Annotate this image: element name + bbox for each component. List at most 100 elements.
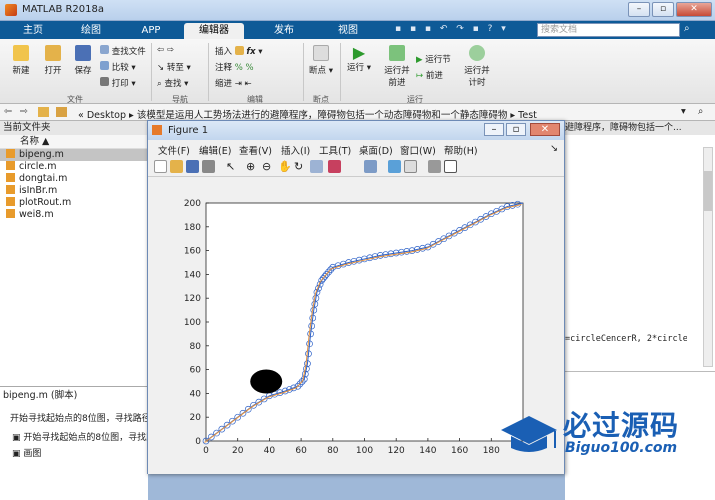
file-item[interactable]: wei8.m bbox=[0, 209, 147, 221]
zoom-in-icon[interactable]: ⊕ bbox=[246, 160, 259, 173]
compare-button[interactable]: 比较 ▾ bbox=[100, 61, 136, 73]
column-header-name[interactable]: 名称 ▲ bbox=[0, 135, 147, 149]
print-figure-icon[interactable] bbox=[202, 160, 215, 173]
file-item[interactable]: circle.m bbox=[0, 161, 147, 173]
search-icon[interactable]: ⌕ bbox=[684, 23, 698, 37]
tab-editor[interactable]: 编辑器 bbox=[184, 23, 244, 39]
figure-toolbar: ↖ ⊕ ⊖ ✋ ↻ bbox=[148, 157, 564, 177]
menu-edit[interactable]: 编辑(E) bbox=[199, 143, 231, 157]
menu-file[interactable]: 文件(F) bbox=[158, 143, 190, 157]
find-files-button[interactable]: 查找文件 bbox=[100, 45, 146, 57]
search-folder-icon[interactable]: ⌕ bbox=[698, 106, 703, 117]
figure-menubar: 文件(F) 编辑(E) 查看(V) 插入(I) 工具(T) 桌面(D) 窗口(W… bbox=[148, 141, 564, 157]
outline-item[interactable]: ▣ 画图 bbox=[0, 443, 148, 459]
save-button[interactable]: 保存 bbox=[68, 45, 98, 76]
menu-help[interactable]: 帮助(H) bbox=[444, 143, 478, 157]
print-icon bbox=[100, 77, 109, 86]
close-button[interactable]: ✕ bbox=[676, 2, 712, 17]
new-button[interactable]: 新建 bbox=[6, 45, 36, 76]
pan-icon[interactable]: ✋ bbox=[278, 160, 292, 173]
file-item[interactable]: plotRout.m bbox=[0, 197, 147, 209]
browse-folder-icon[interactable] bbox=[56, 107, 67, 117]
folder-icon bbox=[45, 45, 61, 61]
menu-insert[interactable]: 插入(I) bbox=[281, 143, 310, 157]
link-plot-icon[interactable] bbox=[364, 160, 377, 173]
back-icon[interactable]: ⇦ bbox=[4, 106, 12, 117]
open-button[interactable]: 打开 bbox=[38, 45, 68, 76]
search-input[interactable]: 搜索文档 bbox=[537, 23, 680, 37]
figure-close-button[interactable]: ✕ bbox=[530, 123, 560, 136]
figure-maximize-button[interactable]: ▫ bbox=[506, 123, 526, 136]
ribbon-separator bbox=[151, 43, 152, 101]
nav-back-forward[interactable]: ⇦ ⇨ bbox=[157, 45, 174, 55]
section-icon: ▣ bbox=[12, 433, 21, 443]
y-tick-label: 200 bbox=[184, 199, 201, 209]
breadcrumb[interactable]: « Desktop ▸ 该模型是运用人工势场法进行的避障程序，障碍物包括一个动态… bbox=[78, 107, 537, 121]
pointer-icon[interactable]: ↖ bbox=[226, 160, 239, 173]
open-file-icon[interactable] bbox=[170, 160, 183, 173]
toolstrip-tabs: 主页 绘图 APP 编辑器 发布 视图 ▪ ▪ ▪ ↶ ↷ ▪ ? ▾ 搜索文档… bbox=[0, 21, 715, 39]
goto-button[interactable]: ↘ 转至 ▾ bbox=[157, 61, 191, 73]
menu-desktop[interactable]: 桌面(D) bbox=[359, 143, 393, 157]
address-dropdown-icon[interactable]: ▾ bbox=[681, 106, 686, 117]
rotate-icon[interactable]: ↻ bbox=[294, 160, 307, 173]
y-tick-label: 80 bbox=[190, 342, 202, 352]
menu-window[interactable]: 窗口(W) bbox=[400, 143, 436, 157]
dock-arrow-icon[interactable]: ↘ bbox=[550, 143, 558, 154]
advance-icon: ↦ bbox=[416, 71, 424, 81]
run-button[interactable]: ▶ 运行 ▾ bbox=[344, 43, 374, 74]
hide-plot-tools-icon[interactable] bbox=[428, 160, 441, 173]
file-item[interactable]: bipeng.m bbox=[0, 149, 147, 161]
current-folder-title: 当前文件夹 bbox=[0, 121, 147, 135]
new-figure-icon[interactable] bbox=[154, 160, 167, 173]
tab-plots[interactable]: 绘图 bbox=[66, 23, 116, 39]
file-item[interactable]: dongtai.m bbox=[0, 173, 147, 185]
outline-item[interactable]: ▣ 开始寻找起始点的8位图，寻找路 bbox=[0, 424, 155, 443]
x-tick-label: 100 bbox=[356, 446, 373, 456]
save-figure-icon[interactable] bbox=[186, 160, 199, 173]
figure-minimize-button[interactable]: – bbox=[484, 123, 504, 136]
menu-tools[interactable]: 工具(T) bbox=[319, 143, 351, 157]
figure-titlebar: Figure 1 – ▫ ✕ bbox=[148, 121, 564, 140]
forward-icon[interactable]: ⇨ bbox=[20, 106, 28, 117]
run-advance-button[interactable]: 运行并 前进 bbox=[380, 45, 414, 88]
colorbar-icon[interactable] bbox=[388, 160, 401, 173]
y-tick-label: 0 bbox=[195, 437, 201, 447]
watermark-title: 必过源码 bbox=[563, 409, 680, 442]
insert-button[interactable]: 插入 fx ▾ bbox=[215, 45, 263, 57]
zoom-out-icon[interactable]: ⊖ bbox=[262, 160, 275, 173]
window-titlebar: MATLAB R2018a – ▫ ✕ bbox=[0, 0, 715, 21]
matlab-logo-icon bbox=[5, 4, 17, 16]
minimize-button[interactable]: – bbox=[628, 2, 650, 17]
menu-view[interactable]: 查看(V) bbox=[239, 143, 272, 157]
editor-tab-title: 避障程序，障碍物包括一个... bbox=[565, 121, 715, 135]
indent-button[interactable]: 缩进 ⇥ ⇤ bbox=[215, 77, 252, 89]
x-tick-label: 60 bbox=[295, 446, 307, 456]
show-plot-tools-icon[interactable] bbox=[444, 160, 457, 173]
run-icon: ▶ bbox=[352, 43, 366, 62]
editor-scroll-thumb[interactable] bbox=[704, 171, 712, 211]
run-section-button[interactable]: ▶ 运行节 bbox=[416, 53, 451, 65]
comment-button[interactable]: 注释 % % bbox=[215, 61, 254, 73]
up-folder-icon[interactable] bbox=[38, 107, 49, 117]
advance-button[interactable]: ↦ 前进 bbox=[416, 69, 443, 81]
editor-code-line: =circleCencerR, 2*circle( bbox=[565, 334, 687, 344]
legend-icon[interactable] bbox=[404, 160, 417, 173]
print-button[interactable]: 打印 ▾ bbox=[100, 77, 136, 89]
y-tick-label: 40 bbox=[190, 389, 202, 399]
x-tick-label: 120 bbox=[388, 446, 405, 456]
find-button[interactable]: ⌕ 查找 ▾ bbox=[157, 77, 188, 89]
tab-home[interactable]: 主页 bbox=[8, 23, 58, 39]
data-cursor-icon[interactable] bbox=[310, 160, 323, 173]
file-list: bipeng.m circle.m dongtai.m isInBr.m plo… bbox=[0, 149, 147, 221]
maximize-button[interactable]: ▫ bbox=[652, 2, 674, 17]
run-time-button[interactable]: 运行并 计时 bbox=[460, 45, 494, 88]
tab-publish[interactable]: 发布 bbox=[254, 23, 314, 39]
breakpoints-button[interactable]: 断点 ▾ bbox=[306, 45, 336, 76]
tab-view[interactable]: 视图 bbox=[318, 23, 378, 39]
file-item[interactable]: isInBr.m bbox=[0, 185, 147, 197]
brush-icon[interactable] bbox=[328, 160, 341, 173]
x-tick-label: 40 bbox=[264, 446, 276, 456]
tab-apps[interactable]: APP bbox=[126, 23, 176, 39]
x-tick-label: 140 bbox=[419, 446, 436, 456]
